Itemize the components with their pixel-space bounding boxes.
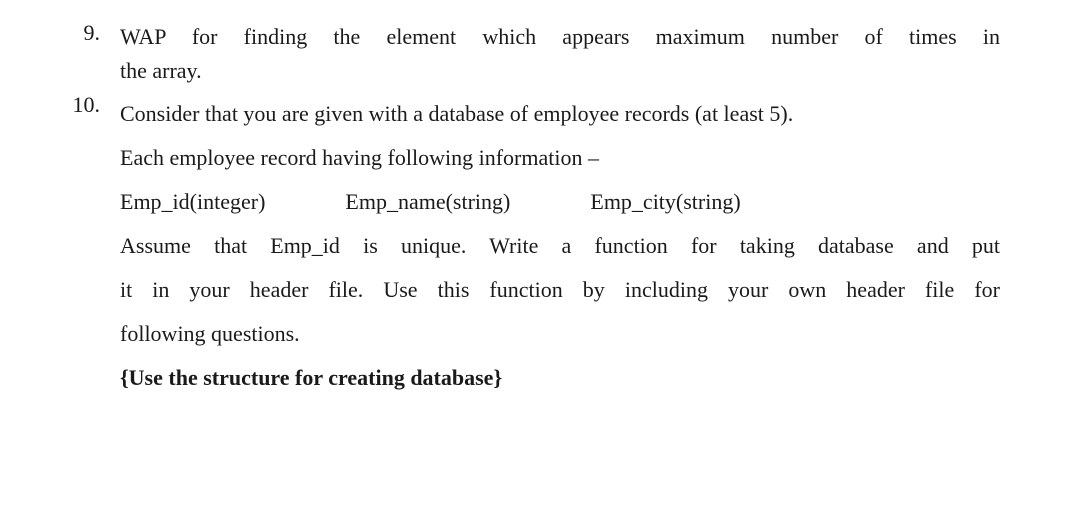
field-emp-city: Emp_city(string) bbox=[590, 180, 740, 224]
question-text-line: the array. bbox=[120, 54, 1000, 88]
field-list: Emp_id(integer) Emp_name(string) Emp_cit… bbox=[120, 180, 1000, 224]
question-number: 10. bbox=[60, 92, 120, 400]
question-number: 9. bbox=[60, 20, 120, 88]
question-text-line: Consider that you are given with a datab… bbox=[120, 92, 1000, 136]
field-emp-name: Emp_name(string) bbox=[345, 180, 510, 224]
question-note-bold: {Use the structure for creating database… bbox=[120, 356, 1000, 400]
question-text-line: Assume that Emp_id is unique. Write a fu… bbox=[120, 224, 1000, 268]
question-text-line: WAP for finding the element which appear… bbox=[120, 20, 1000, 54]
question-text-line: following questions. bbox=[120, 312, 1000, 356]
question-text-line: Each employee record having following in… bbox=[120, 136, 1000, 180]
question-content: WAP for finding the element which appear… bbox=[120, 20, 1000, 88]
field-emp-id: Emp_id(integer) bbox=[120, 180, 265, 224]
question-content: Consider that you are given with a datab… bbox=[120, 92, 1000, 400]
question-text-line: it in your header file. Use this functio… bbox=[120, 268, 1000, 312]
question-10: 10. Consider that you are given with a d… bbox=[60, 92, 1000, 400]
question-9: 9. WAP for finding the element which app… bbox=[60, 20, 1000, 88]
